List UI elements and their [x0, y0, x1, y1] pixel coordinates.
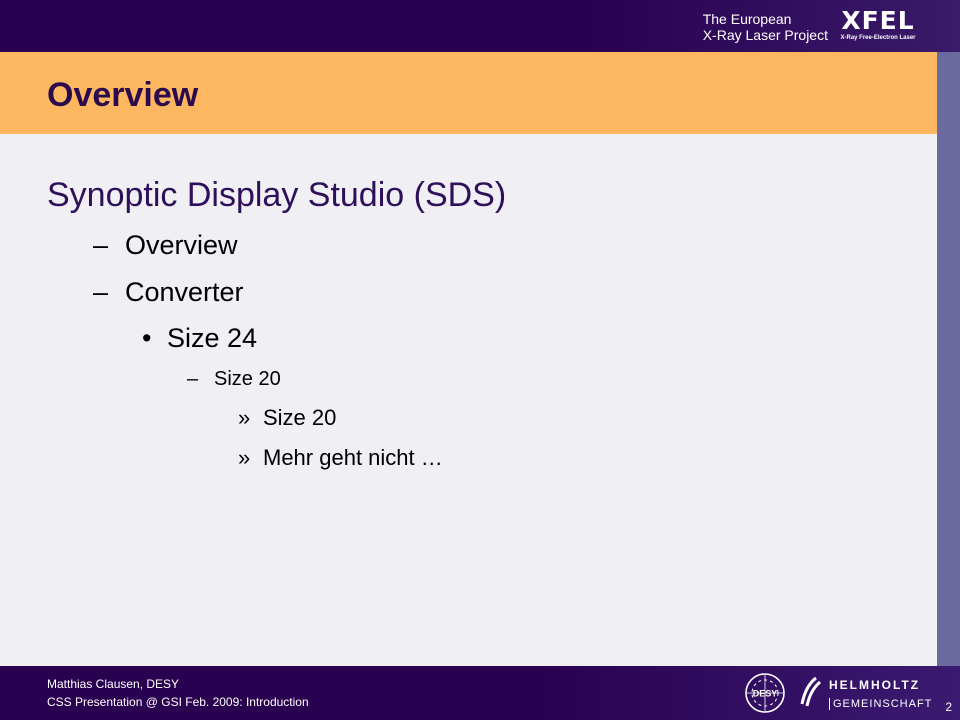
bullet-text: Size 24 — [167, 323, 258, 353]
bullet-text: Converter — [125, 277, 244, 307]
project-name-line1: The European — [702, 11, 792, 27]
slide-title: Overview — [47, 76, 199, 114]
side-band — [937, 52, 960, 666]
project-name: The European X-Ray Laser Project — [703, 11, 828, 43]
xfel-logo-subtitle: X-Ray Free-Electron Laser — [840, 35, 916, 41]
bullet-mehr-geht-nicht: » Mehr geht nicht … — [238, 445, 443, 471]
bullet-converter: – Converter — [93, 277, 244, 308]
dot-marker: • — [142, 323, 152, 353]
page-number: 2 — [945, 700, 952, 714]
project-name-line2: X-Ray Laser Project — [702, 27, 828, 43]
bullet-text: Size 20 — [263, 405, 337, 430]
bullet-text: Overview — [125, 230, 238, 260]
chevron-marker: » — [238, 445, 251, 470]
bullet-level1: Synoptic Display Studio (SDS) — [47, 176, 507, 214]
xfel-logo-text: XFEL — [841, 6, 915, 35]
dash-marker: – — [93, 277, 109, 307]
footer-event: CSS Presentation @ GSI Feb. 2009: Introd… — [47, 695, 309, 709]
bullet-size-20: – Size 20 — [187, 368, 281, 391]
dash-marker: – — [187, 368, 199, 390]
helmholtz-logo-icon — [800, 676, 822, 707]
bullet-overview: – Overview — [93, 230, 238, 261]
chevron-marker: » — [238, 405, 251, 430]
desy-logo-icon: DESY — [745, 673, 785, 713]
helmholtz-name: HELMHOLTZ — [829, 678, 921, 692]
bullet-text: Mehr geht nicht … — [263, 445, 443, 470]
bullet-size-24: • Size 24 — [142, 323, 257, 354]
dash-marker: – — [93, 230, 109, 260]
helmholtz-subtitle: GEMEINSCHAFT — [829, 698, 932, 710]
bullet-size-20-sub: » Size 20 — [238, 405, 336, 431]
bullet-text: Size 20 — [214, 368, 281, 390]
footer-author: Matthias Clausen, DESY — [47, 677, 180, 691]
desy-logo-text: DESY — [753, 689, 778, 699]
xfel-logo: XFEL X-Ray Free-Electron Laser — [834, 8, 922, 46]
